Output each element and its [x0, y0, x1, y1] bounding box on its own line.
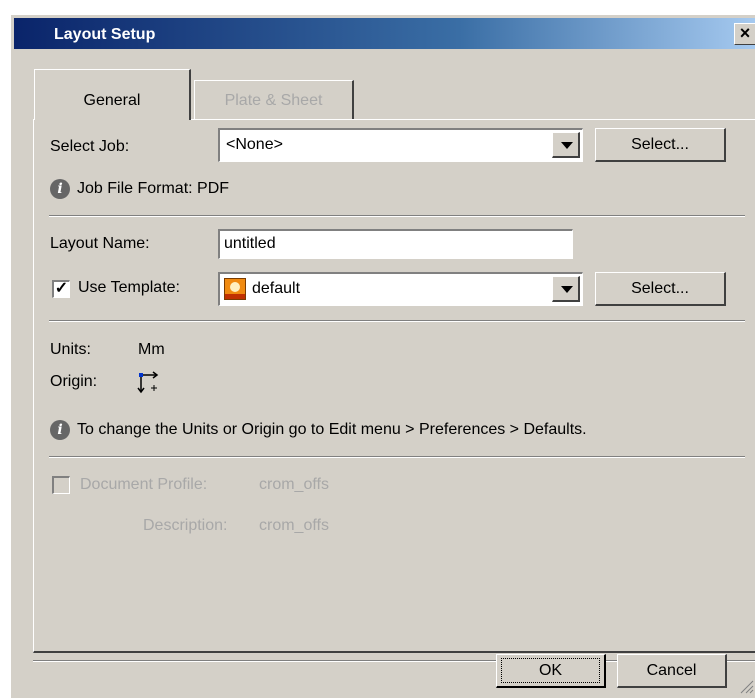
tab-general[interactable]: General	[34, 69, 191, 120]
chevron-down-icon[interactable]	[552, 276, 580, 302]
tab-plate-sheet[interactable]: Plate & Sheet	[194, 80, 354, 120]
description-label: Description:	[143, 517, 228, 534]
check-icon: ✓	[54, 280, 69, 297]
template-select[interactable]: default	[218, 272, 583, 306]
layout-setup-dialog: Layout Setup × Plate & Sheet General Sel…	[10, 14, 755, 698]
template-icon	[224, 278, 246, 300]
units-label: Units:	[50, 341, 91, 358]
document-profile-label: Document Profile:	[80, 476, 208, 493]
tab-general-label: General	[83, 92, 141, 109]
resize-grip-icon[interactable]	[738, 678, 754, 694]
divider	[49, 456, 745, 458]
title-bar[interactable]: Layout Setup ×	[14, 18, 755, 49]
select-template-button[interactable]: Select...	[595, 272, 726, 306]
job-select-value: <None>	[226, 136, 283, 153]
select-template-button-label: Select...	[631, 280, 689, 297]
cancel-button[interactable]: Cancel	[617, 654, 727, 688]
divider	[49, 320, 745, 322]
window-title: Layout Setup	[54, 26, 156, 43]
origin-label: Origin:	[50, 373, 98, 390]
document-profile-value: crom_offs	[259, 476, 329, 493]
divider	[49, 215, 745, 217]
focus-ring	[501, 658, 600, 683]
layout-name-label: Layout Name:	[50, 235, 150, 252]
use-template-checkbox[interactable]: ✓	[52, 280, 70, 298]
document-profile-checkbox[interactable]	[52, 476, 70, 494]
select-job-label: Select Job:	[50, 138, 130, 155]
layout-name-input[interactable]: untitled	[218, 229, 573, 259]
select-job-button-label: Select...	[631, 136, 689, 153]
info-icon: i	[50, 179, 70, 199]
job-file-format-text: Job File Format: PDF	[77, 180, 230, 197]
units-origin-info-text: To change the Units or Origin go to Edit…	[77, 421, 587, 438]
close-button[interactable]: ×	[734, 23, 755, 45]
job-select[interactable]: <None>	[218, 128, 583, 162]
use-template-label: Use Template:	[78, 279, 180, 296]
origin-icon	[137, 371, 163, 395]
select-job-button[interactable]: Select...	[595, 128, 726, 162]
layout-name-value: untitled	[224, 235, 276, 252]
chevron-down-icon[interactable]	[552, 132, 580, 158]
template-select-value: default	[252, 280, 301, 297]
close-icon: ×	[739, 23, 751, 43]
units-value: Mm	[138, 341, 165, 358]
info-icon: i	[50, 420, 70, 440]
ok-button[interactable]: OK	[496, 654, 606, 688]
cancel-button-label: Cancel	[646, 662, 697, 679]
description-value: crom_offs	[259, 517, 329, 534]
tab-plate-sheet-label: Plate & Sheet	[224, 92, 323, 109]
